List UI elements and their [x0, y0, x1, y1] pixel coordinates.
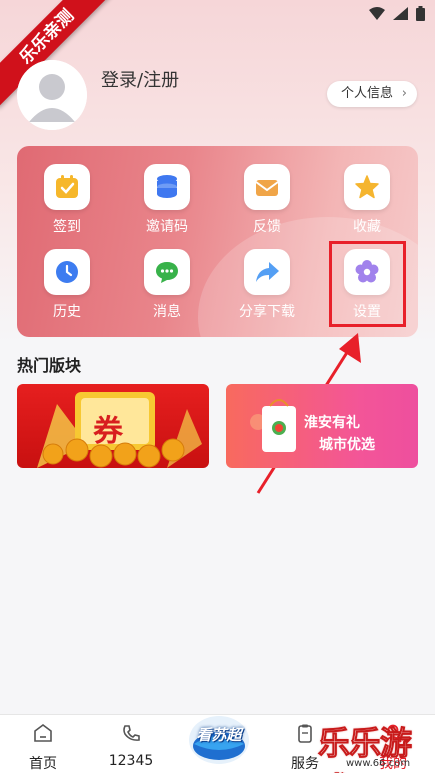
signal-icon — [393, 7, 408, 20]
watermark-url: www.66.com — [346, 758, 411, 769]
chevron-right-icon: › — [401, 86, 407, 101]
share-arrow-icon — [244, 249, 290, 295]
menu-label-history: 历史 — [53, 304, 81, 320]
huaian-gift-banner[interactable]: 淮安有礼 城市优选 — [226, 384, 418, 468]
coupon-banner[interactable]: 券 — [17, 384, 209, 468]
star-icon — [344, 164, 390, 210]
menu-item-feedback[interactable]: 反馈 — [227, 164, 307, 236]
chat-icon — [144, 249, 190, 295]
menu-item-share-download[interactable]: 分享下载 — [227, 249, 307, 321]
menu-item-signin[interactable]: 签到 — [27, 164, 107, 236]
menu-item-history[interactable]: 历史 — [27, 249, 107, 321]
nav-home-label: 首页 — [29, 756, 57, 772]
clipboard-icon — [298, 724, 312, 743]
menu-item-favorites[interactable]: 收藏 — [327, 164, 407, 236]
nav-hotline-label: 12345 — [108, 753, 154, 769]
nav-hotline[interactable]: 12345 — [96, 723, 166, 769]
menu-label-signin: 签到 — [53, 219, 81, 235]
gift-bag-icon — [250, 399, 296, 452]
center-logo-text: 看苏超 — [196, 726, 242, 744]
menu-label-invite-code: 邀请码 — [146, 219, 188, 235]
profile-info-button[interactable]: 个人信息 › — [326, 81, 417, 107]
nav-home[interactable]: 首页 — [8, 723, 78, 773]
database-icon — [144, 164, 190, 210]
huaian-gift-title: 淮安有礼 — [304, 415, 360, 431]
profile-info-label: 个人信息 — [340, 86, 393, 101]
battery-icon — [416, 6, 425, 21]
menu-label-share-download: 分享下载 — [239, 304, 295, 320]
avatar[interactable] — [17, 60, 87, 130]
mail-icon — [244, 164, 290, 210]
menu-label-favorites: 收藏 — [353, 219, 381, 235]
coupon-banner-text: 券 — [93, 414, 123, 449]
menu-item-messages[interactable]: 消息 — [127, 249, 207, 321]
menu-item-invite-code[interactable]: 邀请码 — [127, 164, 207, 236]
wifi-icon — [369, 7, 385, 20]
nav-center-logo-button[interactable]: 看苏超 — [184, 706, 254, 768]
huaian-gift-subtitle: 城市优选 — [319, 437, 375, 453]
hot-section-title: 热门版块 — [17, 356, 82, 375]
phone-icon — [123, 725, 140, 741]
menu-label-feedback: 反馈 — [253, 219, 281, 235]
calendar-check-icon — [44, 164, 90, 210]
login-register-link[interactable]: 登录/注册 — [101, 66, 179, 92]
settings-highlight-box — [329, 241, 406, 327]
menu-label-messages: 消息 — [153, 304, 181, 320]
avatar-placeholder-icon — [17, 60, 87, 130]
home-icon — [34, 724, 52, 742]
clock-icon — [44, 249, 90, 295]
